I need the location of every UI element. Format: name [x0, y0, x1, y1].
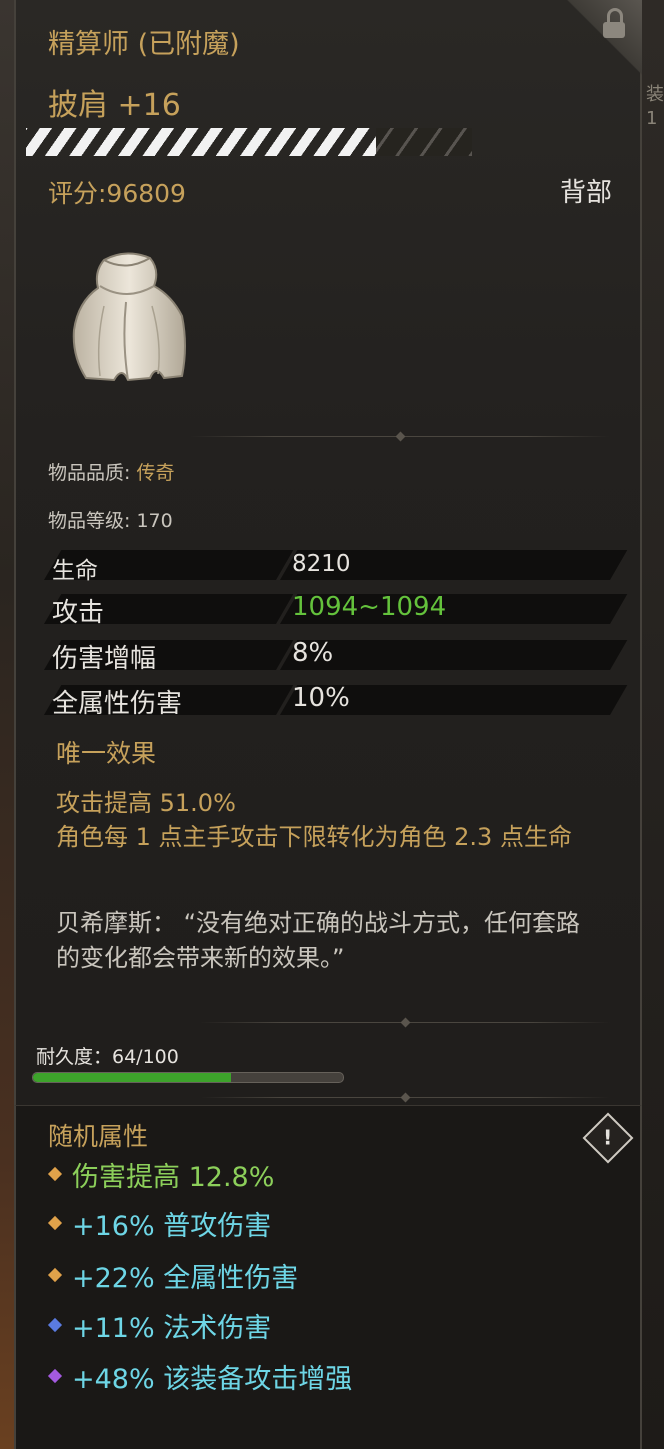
- item-level: 物品等级: 170: [48, 510, 173, 532]
- random-attr-3: +22% 全属性伤害: [46, 1255, 298, 1295]
- random-attr-text: +48% 该装备攻击增强: [72, 1363, 353, 1395]
- durability-bar-fill: [33, 1073, 232, 1082]
- unique-effect-body: 攻击提高 51.0% 角色每 1 点主手攻击下限转化为角色 2.3 点生命: [56, 786, 626, 854]
- stat-row-all-damage: 全属性伤害 10%: [44, 681, 630, 719]
- unique-effect-line: 角色每 1 点主手攻击下限转化为角色 2.3 点生命: [56, 823, 572, 851]
- random-attr-4: +11% 法术伤害: [46, 1305, 271, 1345]
- item-score: 评分:96809: [48, 179, 186, 208]
- durability-bar: [32, 1072, 344, 1083]
- random-attr-text: +22% 全属性伤害: [72, 1262, 299, 1294]
- random-attr-2: +16% 普攻伤害: [46, 1203, 271, 1243]
- gem-icon: [47, 1317, 63, 1333]
- gem-icon: [47, 1267, 63, 1283]
- gem-icon: [47, 1166, 63, 1182]
- stat-label: 生命: [52, 558, 98, 584]
- gem-icon: [47, 1368, 63, 1384]
- stat-label: 攻击: [52, 598, 105, 628]
- cape-icon: [72, 252, 186, 382]
- item-type: 披肩 +16: [48, 88, 181, 123]
- random-attributes-title: 随机属性: [48, 1122, 149, 1151]
- unique-effect-title: 唯一效果: [56, 739, 157, 768]
- random-attr-5: +48% 该装备攻击增强: [46, 1356, 352, 1396]
- item-name: 精算师 (已附魔): [48, 29, 240, 60]
- enhance-progress-empty: [376, 128, 472, 156]
- quality-label: 物品品质:: [48, 462, 137, 484]
- item-quality: 物品品质: 传奇: [48, 458, 174, 485]
- stat-row-damage-boost: 伤害增幅 8%: [44, 636, 630, 674]
- bg-fragment: 1: [646, 108, 658, 129]
- stat-value: 1094~1094: [292, 592, 447, 622]
- unique-effect-line: 攻击提高 51.0%: [56, 789, 236, 817]
- random-attr-1: 伤害提高 12.8%: [46, 1154, 274, 1194]
- quality-value: 传奇: [136, 462, 175, 484]
- divider: [200, 1092, 610, 1103]
- durability-label: 耐久度：64/100: [36, 1046, 179, 1068]
- stat-row-hp: 生命 8210: [44, 546, 630, 584]
- stat-value: 8210: [292, 551, 351, 577]
- bg-fragment: 装: [646, 84, 664, 105]
- background-left-edge: [0, 0, 14, 1449]
- gem-icon: [47, 1215, 63, 1231]
- lock-icon[interactable]: [601, 8, 627, 38]
- background-right-edge: 装 1: [642, 0, 664, 1449]
- stat-value: 10%: [292, 683, 350, 713]
- stat-row-attack: 攻击 1094~1094: [44, 590, 630, 628]
- divider: [200, 1017, 610, 1028]
- stat-value: 8%: [292, 638, 334, 668]
- lore-text: 贝希摩斯： “没有绝对正确的战斗方式，任何套路的变化都会带来新的效果。”: [56, 909, 581, 972]
- stat-label: 全属性伤害: [52, 689, 183, 719]
- divider: [190, 431, 610, 442]
- equip-slot: 背部: [560, 178, 613, 208]
- random-attr-text: +11% 法术伤害: [72, 1312, 272, 1344]
- random-attr-text: +16% 普攻伤害: [72, 1210, 272, 1242]
- stat-label: 伤害增幅: [52, 644, 157, 674]
- random-attr-text: 伤害提高 12.8%: [72, 1161, 275, 1193]
